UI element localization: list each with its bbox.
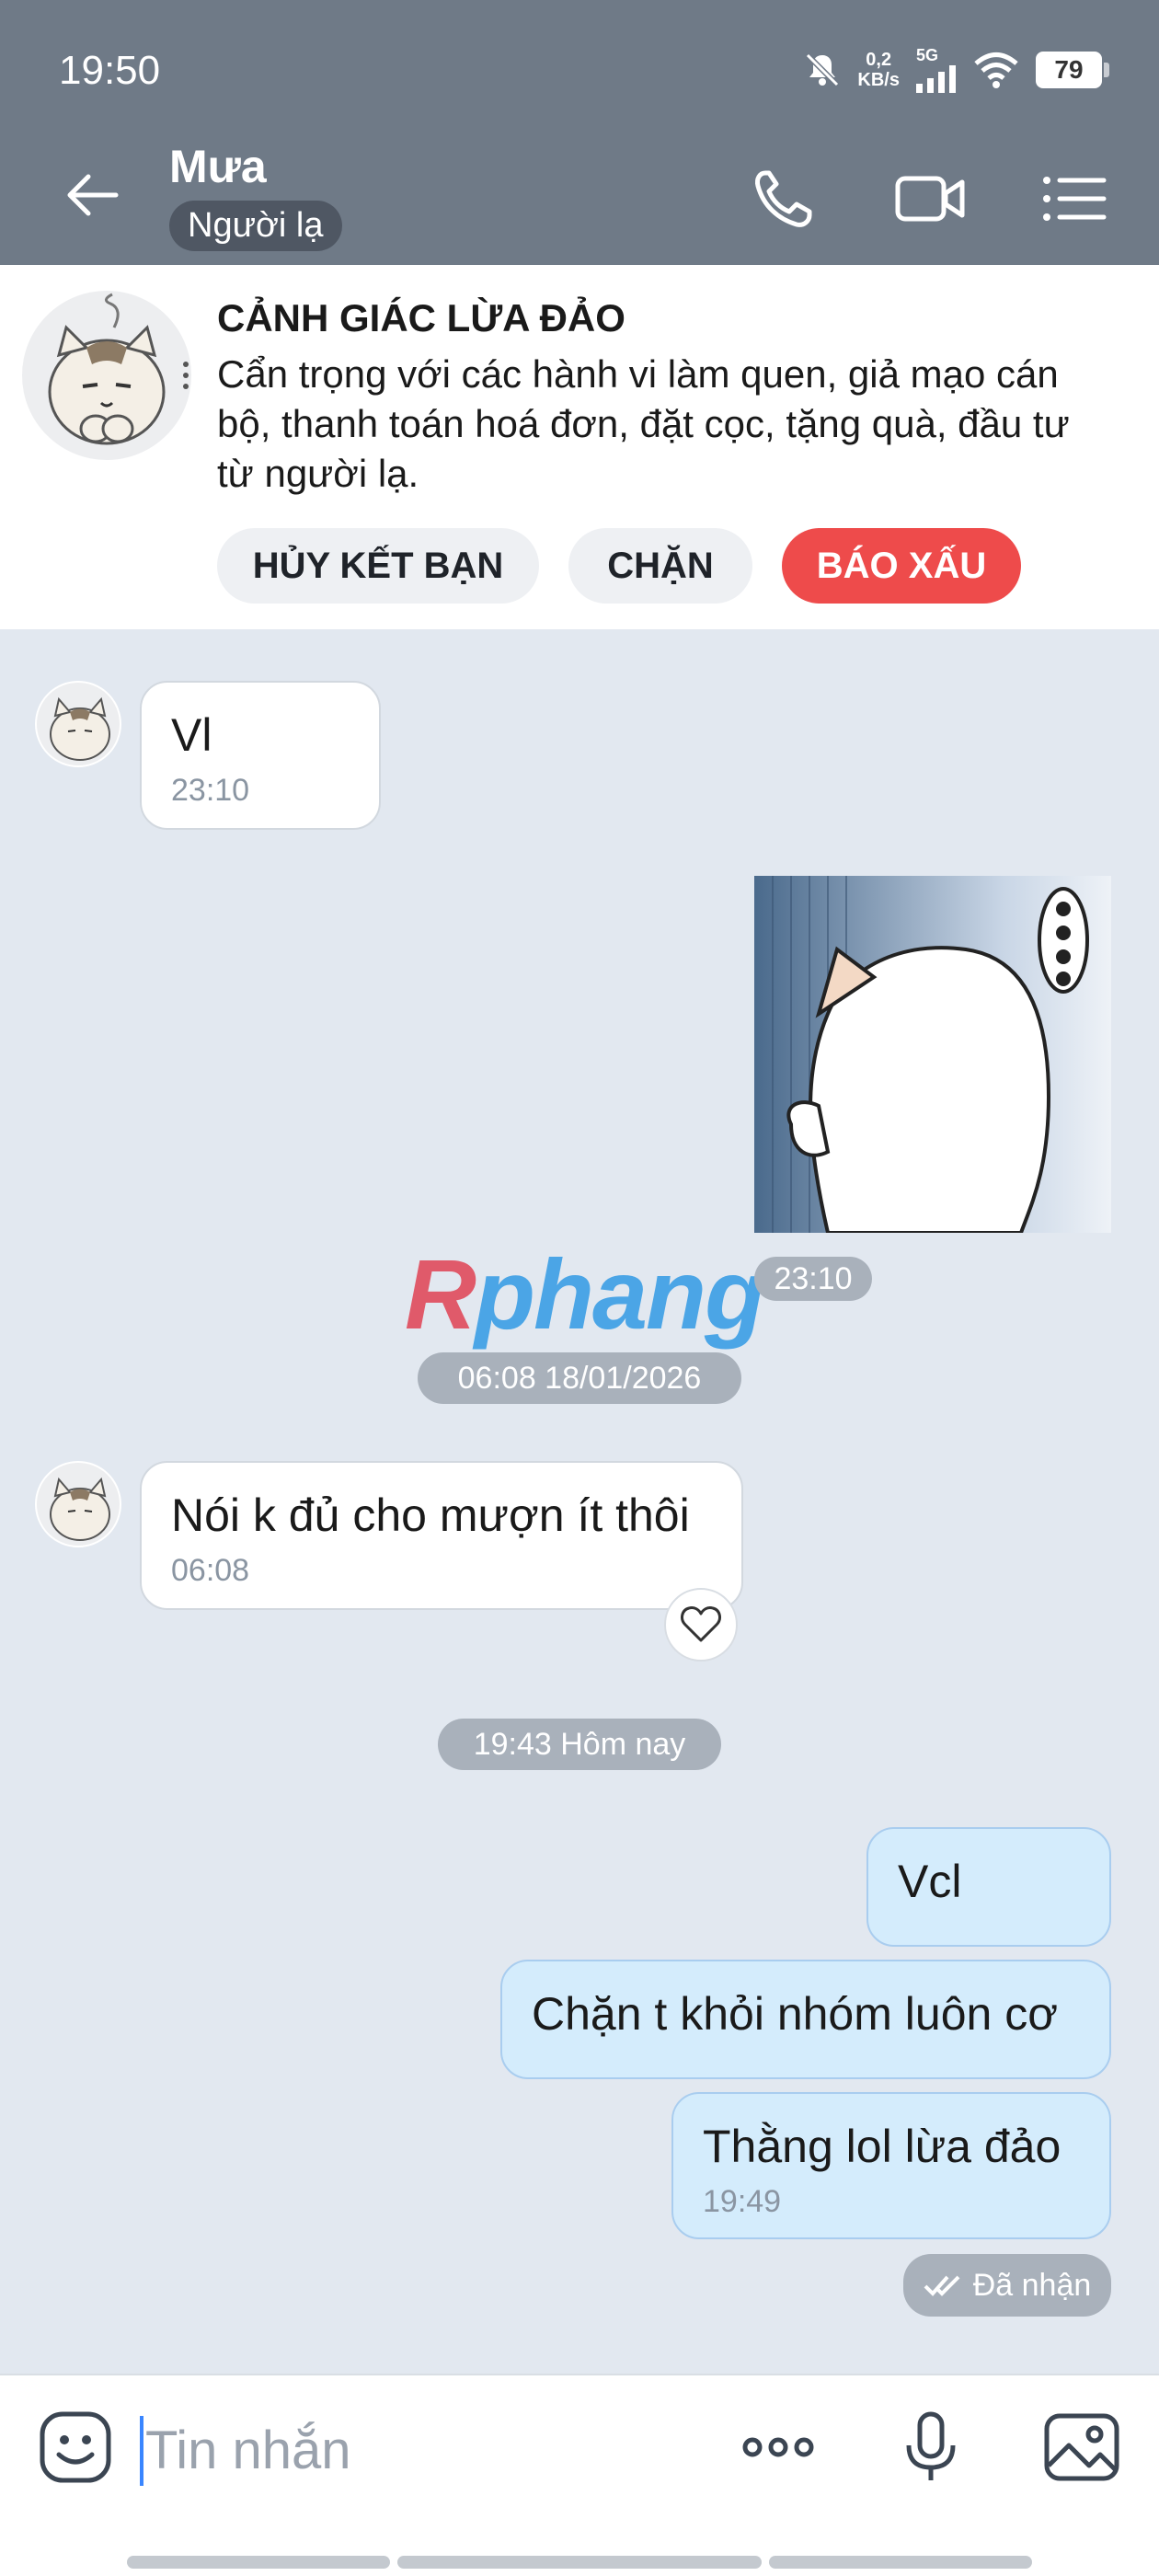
- nav-bar-segment[interactable]: [769, 2556, 1032, 2569]
- message-bubble-outgoing[interactable]: Vcl: [866, 1827, 1111, 1947]
- date-separator: 06:08 18/01/2026: [418, 1352, 741, 1404]
- react-heart-button[interactable]: [664, 1588, 738, 1662]
- warning-title: CẢNH GIÁC LỪA ĐẢO: [217, 296, 625, 339]
- unfriend-button[interactable]: HỦY KẾT BẠN: [217, 528, 539, 604]
- status-icons: 0,2 KB/s 5G 79: [804, 46, 1109, 93]
- heart-icon: [681, 1606, 721, 1642]
- net-speed-unit: KB/s: [857, 69, 900, 90]
- message-bubble-outgoing[interactable]: Chặn t khỏi nhóm luôn cơ: [500, 1960, 1111, 2079]
- emoji-icon[interactable]: [37, 2409, 114, 2486]
- sender-avatar[interactable]: [35, 681, 121, 767]
- message-text: Vl: [171, 709, 212, 761]
- sticker-message[interactable]: [754, 876, 1111, 1233]
- message-text: Thằng lol lừa đảo: [703, 2121, 1061, 2172]
- sticker-time: 23:10: [754, 1257, 872, 1301]
- message-bubble-incoming[interactable]: Nói k đủ cho mượn ít thôi 06:08: [140, 1461, 743, 1610]
- cat-avatar-icon: [48, 293, 189, 445]
- cat-avatar-icon: [50, 696, 110, 761]
- microphone-icon[interactable]: [892, 2409, 970, 2486]
- block-button[interactable]: CHẶN: [568, 528, 752, 604]
- message-text: Vcl: [898, 1856, 962, 1907]
- message-text: Nói k đủ cho mượn ít thôi: [171, 1489, 690, 1541]
- contact-name[interactable]: Mưa: [169, 140, 267, 193]
- warning-text: Cẩn trọng với các hành vi làm quen, giả …: [217, 352, 1070, 495]
- more-dots-icon[interactable]: [740, 2409, 817, 2486]
- net-speed-value: 0,2: [866, 49, 892, 70]
- top-bar: 19:50 0,2 KB/s 5G 79 Mưa Người lạ: [0, 0, 1159, 265]
- watermark-first: R: [405, 1238, 476, 1350]
- message-input[interactable]: Tin nhắn: [140, 2416, 351, 2486]
- menu-list-icon[interactable]: [1038, 166, 1111, 232]
- signal-icon: [916, 65, 956, 93]
- stranger-tag: Người lạ: [169, 201, 342, 251]
- double-check-icon: [924, 2275, 960, 2296]
- image-icon[interactable]: [1043, 2409, 1120, 2486]
- composer-bar: Tin nhắn: [0, 2374, 1159, 2576]
- message-time: 06:08: [171, 1553, 250, 1588]
- network-type: 5G: [916, 46, 939, 64]
- contact-avatar[interactable]: [22, 291, 191, 460]
- message-bubble-incoming[interactable]: Vl 23:10: [140, 681, 381, 830]
- sender-avatar[interactable]: [35, 1461, 121, 1547]
- back-arrow-icon[interactable]: [63, 166, 121, 224]
- message-time: 23:10: [171, 773, 250, 808]
- message-text: Chặn t khỏi nhóm luôn cơ: [532, 1988, 1058, 2040]
- nav-bar-segment[interactable]: [127, 2556, 390, 2569]
- bell-muted-icon: [806, 52, 840, 86]
- status-time: 19:50: [59, 48, 161, 93]
- date-separator: 19:43 Hôm nay: [438, 1719, 721, 1770]
- video-call-icon[interactable]: [894, 166, 968, 232]
- delivery-status: Đã nhận: [903, 2254, 1111, 2317]
- cat-sticker-icon: [754, 876, 1111, 1233]
- battery-icon: 79: [1036, 51, 1109, 88]
- nav-bar-segment[interactable]: [397, 2556, 762, 2569]
- signal-group: 5G: [916, 46, 957, 93]
- message-time: 19:49: [703, 2184, 782, 2219]
- phone-icon[interactable]: [747, 166, 820, 232]
- message-bubble-outgoing[interactable]: Thằng lol lừa đảo 19:49: [671, 2092, 1111, 2239]
- watermark-rest: phang: [475, 1238, 765, 1350]
- wifi-icon: [974, 52, 1018, 88]
- watermark-logo: Rphang: [405, 1236, 765, 1351]
- scam-warning-panel: CẢNH GIÁC LỪA ĐẢO Cẩn trọng với các hành…: [0, 265, 1159, 629]
- net-speed: 0,2 KB/s: [857, 50, 900, 90]
- cat-avatar-icon: [50, 1477, 110, 1541]
- delivery-status-text: Đã nhận: [972, 2267, 1092, 2303]
- report-button[interactable]: BÁO XẤU: [782, 528, 1021, 604]
